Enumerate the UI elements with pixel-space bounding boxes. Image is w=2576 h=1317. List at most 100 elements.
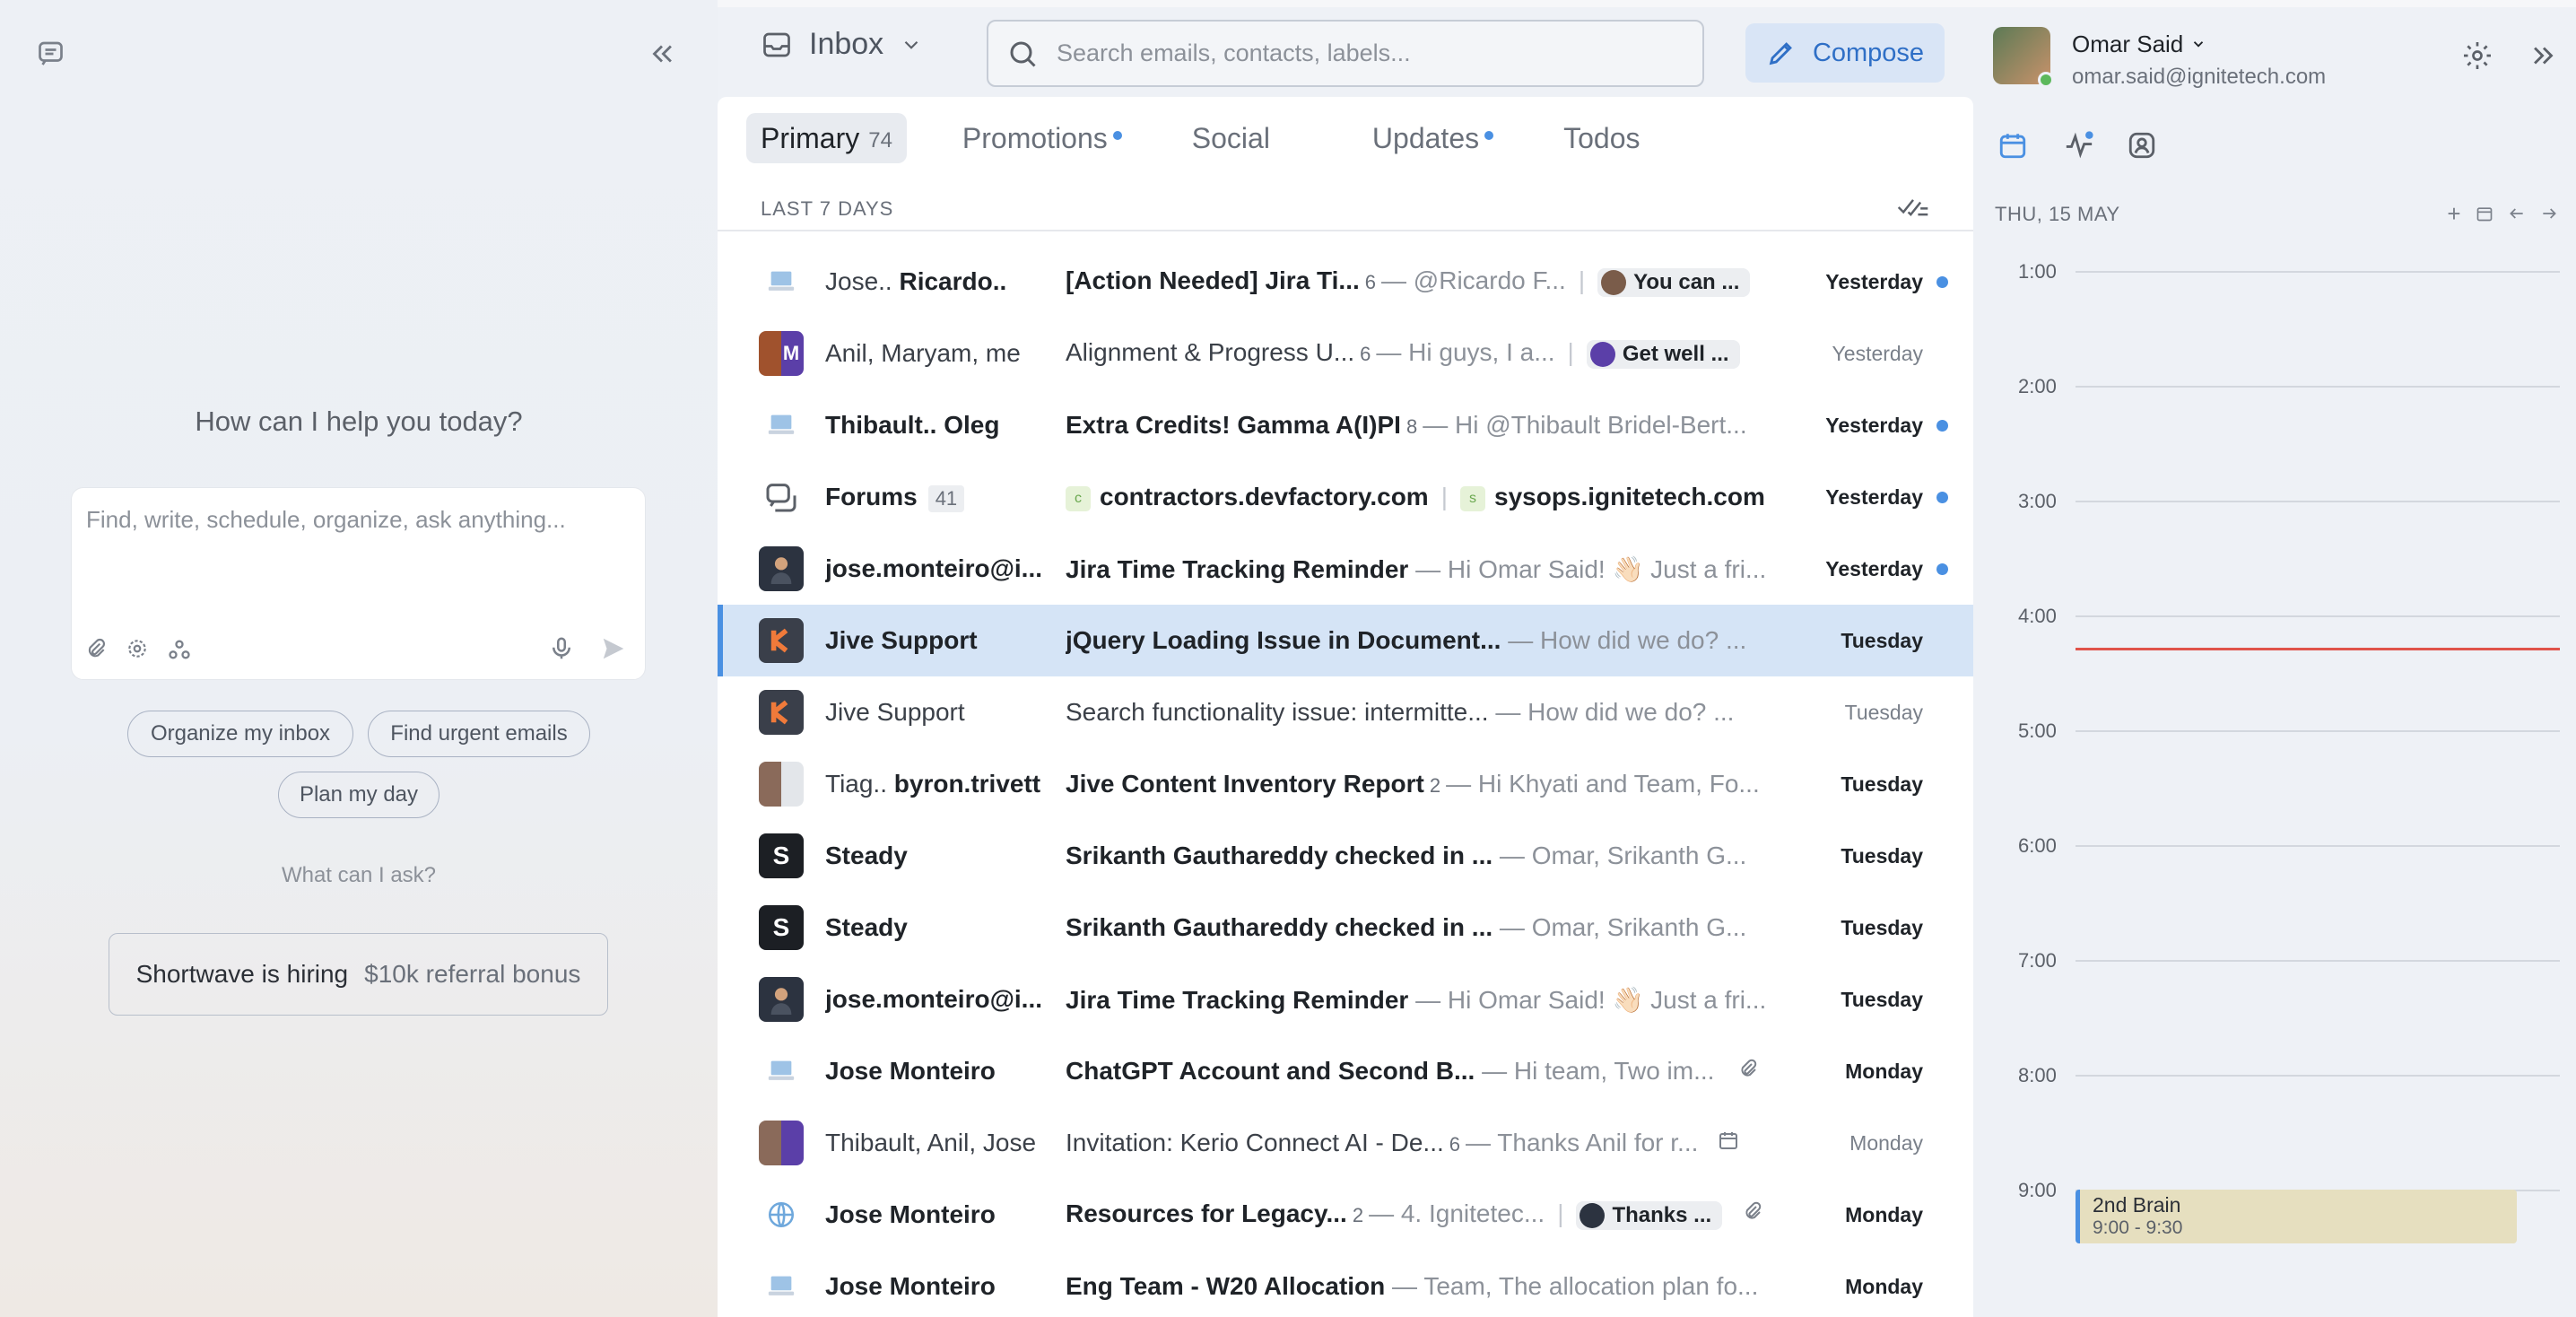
arrow-left-icon[interactable] xyxy=(2504,201,2529,226)
preview: — 4. Ignitetec... xyxy=(1369,1199,1545,1228)
email-row[interactable]: jose.monteiro@i... Jira Time Tracking Re… xyxy=(718,964,1973,1035)
calendar-event[interactable]: 2nd Brain 9:00 - 9:30 xyxy=(2076,1190,2517,1243)
subject: jQuery Loading Issue in Document... xyxy=(1066,626,1501,654)
tab-primary-label: Primary xyxy=(761,121,860,154)
email-row[interactable]: jose.monteiro@i... Jira Time Tracking Re… xyxy=(718,533,1973,605)
preview: — Thanks Anil for r... xyxy=(1466,1129,1699,1156)
assistant-panel: How can I help you today? Find, write, s… xyxy=(0,0,718,1317)
subject: Jira Time Tracking Reminder xyxy=(1066,985,1409,1014)
activity-tab-icon[interactable] xyxy=(2061,127,2097,163)
forum-name[interactable]: contractors.devfactory.com xyxy=(1100,483,1429,510)
email-date: Tuesday xyxy=(1844,700,1923,724)
avatar xyxy=(759,977,804,1022)
email-list: Jose.. Ricardo.. [Action Needed] Jira Ti… xyxy=(718,246,1973,1317)
preview: — Hi @Thibault Bridel-Bert... xyxy=(1423,411,1747,439)
thread-count: 8 xyxy=(1405,415,1418,438)
sender-secondary: Anil, Maryam, me xyxy=(825,339,1021,367)
pen-icon xyxy=(1769,42,1792,65)
sender-name: Steady xyxy=(825,842,908,869)
pill-text: Get well ... xyxy=(1622,341,1729,366)
profile-name-menu[interactable]: Omar Said xyxy=(2072,31,2206,58)
email-row[interactable]: Jose Monteiro Eng Team - W20 Allocation … xyxy=(718,1251,1973,1317)
email-row[interactable]: M Anil, Maryam, me Alignment & Progress … xyxy=(718,318,1973,389)
email-row-selected[interactable]: Jive Support jQuery Loading Issue in Doc… xyxy=(718,605,1973,676)
hour-label: 8:00 xyxy=(2018,1064,2057,1086)
email-date: Tuesday xyxy=(1841,628,1923,652)
laptop-icon xyxy=(759,403,804,448)
forum-name[interactable]: sysops.ignitetech.com xyxy=(1494,483,1765,510)
tab-updates[interactable]: Updates xyxy=(1358,113,1508,163)
email-row[interactable]: Thibault.. Oleg Extra Credits! Gamma A(I… xyxy=(718,389,1973,461)
subject: Alignment & Progress U... xyxy=(1066,338,1355,367)
compose-button[interactable]: Compose xyxy=(1745,23,1945,83)
search-bar[interactable] xyxy=(987,20,1704,87)
tab-todos[interactable]: Todos xyxy=(1549,113,1654,163)
tab-social[interactable]: Social xyxy=(1178,113,1284,163)
email-date: Monday xyxy=(1849,1130,1923,1155)
gear-icon[interactable] xyxy=(2459,38,2495,74)
hiring-banner[interactable]: Shortwave is hiring $10k referral bonus xyxy=(109,933,608,1016)
email-date: Tuesday xyxy=(1841,772,1923,796)
expand-right-icon[interactable] xyxy=(2526,38,2562,74)
reply-pill[interactable]: Thanks ... xyxy=(1576,1200,1723,1230)
what-can-i-ask-link[interactable]: What can I ask? xyxy=(72,863,646,888)
reply-pill[interactable]: You can ... xyxy=(1597,267,1751,297)
preview: — Hi team, Two im... xyxy=(1482,1057,1715,1085)
email-row[interactable]: Forums 41 c contractors.devfactory.com | s sy… xyxy=(718,461,1973,533)
settings-chip-icon[interactable] xyxy=(126,637,149,667)
chat-icon[interactable] xyxy=(34,36,70,72)
inbox-selector[interactable]: Inbox xyxy=(761,27,923,62)
thread-count: 6 xyxy=(1360,343,1371,366)
avatar xyxy=(1601,269,1627,295)
email-date: Yesterday xyxy=(1825,484,1923,509)
email-row[interactable]: S Steady Srikanth Gauthareddy checked in… xyxy=(718,820,1973,892)
chip-organize-inbox[interactable]: Organize my inbox xyxy=(127,711,353,757)
collapse-left-icon[interactable] xyxy=(642,34,682,74)
calendar-tab-icon[interactable] xyxy=(1995,127,2031,163)
email-row[interactable]: Jose Monteiro Resources for Legacy... 2— … xyxy=(718,1179,1973,1251)
email-row[interactable]: S Steady Srikanth Gauthareddy checked in… xyxy=(718,892,1973,964)
unread-dot xyxy=(1936,419,1948,432)
tab-promotions[interactable]: Promotions xyxy=(948,113,1136,163)
globe-icon xyxy=(759,1192,804,1237)
forums-icon xyxy=(759,475,804,519)
search-input[interactable] xyxy=(1057,39,1667,67)
section-label: LAST 7 DAYS xyxy=(761,197,894,220)
sender-secondary: Thibault, Anil, Jose xyxy=(825,1129,1037,1156)
email-date: Yesterday xyxy=(1832,341,1923,365)
add-event-icon[interactable]: + xyxy=(2441,200,2467,227)
arrow-right-icon[interactable] xyxy=(2537,201,2562,226)
email-row[interactable]: Jose.. Ricardo.. [Action Needed] Jira Ti… xyxy=(718,246,1973,318)
assistant-title: How can I help you today? xyxy=(195,406,523,437)
email-row[interactable]: Jose Monteiro ChatGPT Account and Second… xyxy=(718,1035,1973,1107)
email-row[interactable]: Tiag.. byron.trivett Jive Content Invent… xyxy=(718,748,1973,820)
avatar-group xyxy=(759,762,804,807)
email-date: Tuesday xyxy=(1841,915,1923,939)
email-row[interactable]: Jive Support Search functionality issue:… xyxy=(718,676,1973,748)
calendar-today-icon[interactable] xyxy=(2472,201,2497,226)
inbox-label: Inbox xyxy=(809,27,884,61)
contact-tab-icon[interactable] xyxy=(2124,127,2160,163)
subject: Srikanth Gauthareddy checked in ... xyxy=(1066,842,1493,869)
microphone-icon[interactable] xyxy=(548,635,575,667)
avatar-group xyxy=(759,1121,804,1165)
preview: — Hi Omar Said! 👋🏻 Just a fri... xyxy=(1415,985,1767,1014)
email-row[interactable]: Thibault, Anil, Jose Invitation: Kerio C… xyxy=(718,1107,1973,1179)
attach-icon[interactable] xyxy=(84,637,108,667)
chip-plan-day[interactable]: Plan my day xyxy=(278,772,439,818)
unread-dot xyxy=(1936,275,1948,288)
reply-pill[interactable]: Get well ... xyxy=(1586,339,1740,369)
tab-primary[interactable]: Primary 74 xyxy=(746,113,907,163)
assistant-input-box[interactable]: Find, write, schedule, organize, ask any… xyxy=(71,487,646,680)
send-icon[interactable] xyxy=(600,635,627,667)
tab-promotions-label: Promotions xyxy=(962,121,1108,154)
assistant-input[interactable]: Find, write, schedule, organize, ask any… xyxy=(86,506,566,534)
integrations-icon[interactable] xyxy=(167,637,192,667)
tab-updates-label: Updates xyxy=(1371,121,1480,154)
subject: [Action Needed] Jira Ti... xyxy=(1066,266,1360,295)
subject: Extra Credits! Gamma A(I)PI xyxy=(1066,411,1401,439)
chip-find-urgent[interactable]: Find urgent emails xyxy=(368,711,590,757)
unread-dot xyxy=(1484,131,1494,140)
sender-secondary: Tiag.. xyxy=(825,770,894,798)
mark-all-done-icon[interactable] xyxy=(1896,194,1930,225)
